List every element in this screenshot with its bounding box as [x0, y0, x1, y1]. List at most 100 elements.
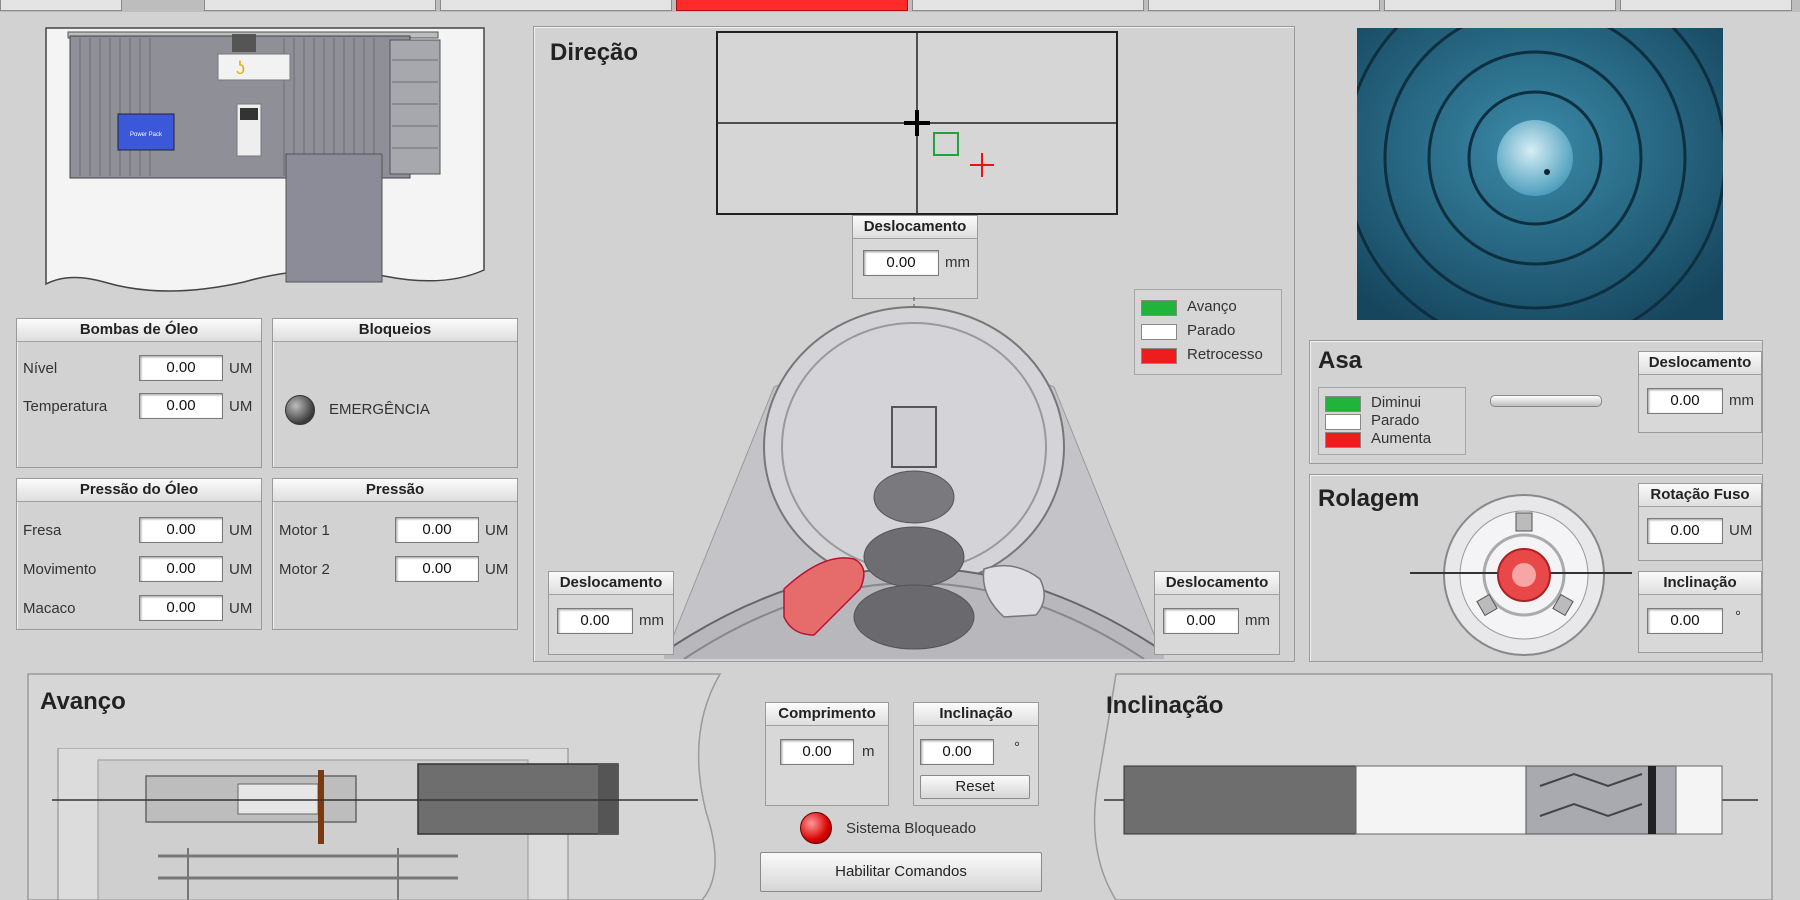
legend-retrocesso-swatch	[1141, 348, 1177, 364]
comprimento-box: Comprimento 0.00 m	[765, 702, 889, 806]
nivel-label: Nível	[23, 360, 58, 377]
bloqueios-title: Bloqueios	[273, 319, 517, 342]
direcao-legend: Avanço Parado Retrocesso	[1134, 289, 1282, 375]
svg-text:ʖ: ʖ	[236, 58, 245, 78]
rotacao-fuso-unit: UM	[1729, 522, 1753, 539]
reset-button[interactable]: Reset	[920, 775, 1030, 799]
rolagem-title: Rolagem	[1318, 485, 1420, 512]
pressao-row-motor1: Motor 1 0.00 UM	[279, 517, 511, 543]
asa-deslocamento-box: Deslocamento 0.00 mm	[1638, 351, 1762, 433]
movimento-field[interactable]: 0.00	[139, 556, 223, 582]
motor1-label: Motor 1	[279, 522, 330, 539]
machine-label: Power Pack	[130, 132, 163, 138]
legend-avanco-label: Avanço	[1187, 298, 1237, 315]
asa-deslocamento-unit: mm	[1729, 392, 1754, 409]
rolagem-inclinacao-unit: °	[1735, 608, 1741, 625]
macaco-field[interactable]: 0.00	[139, 595, 223, 621]
rolagem-inclinacao-field[interactable]: 0.00	[1647, 608, 1723, 634]
comprimento-unit: m	[862, 743, 875, 760]
status-label: Sistema Bloqueado	[846, 820, 977, 837]
asa-deslocamento-field[interactable]: 0.00	[1647, 388, 1723, 414]
rotacao-fuso-field[interactable]: 0.00	[1647, 518, 1723, 544]
center-inclinacao-box: Inclinação 0.00 ° Reset	[913, 702, 1039, 806]
top-deslocamento-box: Deslocamento 0.00 mm	[852, 215, 978, 299]
tab-2[interactable]	[204, 0, 436, 11]
direcao-title: Direção	[550, 39, 639, 66]
asa-legend-aumenta-swatch	[1325, 432, 1361, 448]
comprimento-field[interactable]: 0.00	[780, 739, 854, 765]
habilitar-comandos-button[interactable]: Habilitar Comandos	[760, 852, 1042, 892]
legend-avanco-swatch	[1141, 300, 1177, 316]
avanco-drawing	[52, 748, 698, 900]
asa-title: Asa	[1318, 347, 1363, 374]
direction-target-display	[716, 31, 1118, 215]
rolagem-inclinacao-label: Inclinação	[1639, 572, 1761, 595]
comprimento-label: Comprimento	[766, 703, 888, 726]
legend-parado-swatch	[1141, 324, 1177, 340]
bombas-title: Bombas de Óleo	[17, 319, 261, 342]
sonar-camera-view	[1357, 28, 1723, 320]
fresa-label: Fresa	[23, 522, 62, 539]
bombas-row-nivel: Nível 0.00 UM	[23, 355, 255, 381]
motor2-unit: UM	[485, 561, 509, 578]
asa-panel: Asa Diminui Parado Aumenta Deslocamento …	[1309, 340, 1763, 464]
tab-bar	[0, 0, 1800, 12]
rotacao-fuso-box: Rotação Fuso 0.00 UM	[1638, 483, 1762, 561]
center-inclinacao-field[interactable]: 0.00	[920, 739, 994, 765]
roll-indicator-drawing	[1410, 494, 1632, 656]
motor1-field[interactable]: 0.00	[395, 517, 479, 543]
top-deslocamento-label: Deslocamento	[853, 216, 977, 239]
cutter-head-3d-drawing	[664, 297, 1164, 659]
top-deslocamento-unit: mm	[945, 254, 970, 271]
movimento-label: Movimento	[23, 561, 97, 578]
asa-legend-parado-swatch	[1325, 414, 1361, 430]
tab-7[interactable]	[1384, 0, 1616, 11]
tab-5[interactable]	[912, 0, 1144, 11]
asa-legend-diminui: Diminui	[1371, 394, 1422, 411]
asa-deslocamento-label: Deslocamento	[1639, 352, 1761, 375]
status-led	[800, 812, 832, 844]
right-deslocamento-unit: mm	[1245, 612, 1270, 629]
asa-legend-aumenta: Aumenta	[1371, 430, 1432, 447]
tab-6[interactable]	[1148, 0, 1380, 11]
pressao-oleo-row-macaco: Macaco 0.00 UM	[23, 595, 255, 621]
movimento-unit: UM	[229, 561, 253, 578]
machine-overview-drawing: ʖ Power Pack	[45, 27, 485, 292]
fresa-unit: UM	[229, 522, 253, 539]
tab-1[interactable]	[0, 0, 122, 11]
motor2-label: Motor 2	[279, 561, 330, 578]
pressao-row-motor2: Motor 2 0.00 UM	[279, 556, 511, 582]
avanco-title: Avanço	[40, 688, 126, 715]
bloqueios-panel: Bloqueios EMERGÊNCIA	[272, 318, 518, 468]
tab-window-controls[interactable]	[1620, 0, 1792, 11]
inclinacao-drawing	[1104, 765, 1758, 835]
rolagem-inclinacao-box: Inclinação 0.00 °	[1638, 571, 1762, 653]
legend-parado-label: Parado	[1187, 322, 1236, 339]
motor2-field[interactable]: 0.00	[395, 556, 479, 582]
fresa-field[interactable]: 0.00	[139, 517, 223, 543]
legend-retrocesso-label: Retrocesso	[1187, 346, 1263, 363]
pressao-panel: Pressão Motor 1 0.00 UM Motor 2 0.00 UM	[272, 478, 518, 630]
rolagem-panel: Rolagem Rotação Fuso 0.00 UM Inclinação …	[1309, 474, 1763, 662]
temperatura-field[interactable]: 0.00	[139, 393, 223, 419]
inclinacao-title: Inclinação	[1106, 692, 1224, 719]
macaco-label: Macaco	[23, 600, 76, 617]
temperatura-label: Temperatura	[23, 398, 108, 415]
pressao-oleo-panel: Pressão do Óleo Fresa 0.00 UM Movimento …	[16, 478, 262, 630]
bombas-panel: Bombas de Óleo Nível 0.00 UM Temperatura…	[16, 318, 262, 468]
center-inclinacao-unit: °	[1014, 739, 1020, 756]
top-deslocamento-field[interactable]: 0.00	[863, 250, 939, 276]
motor1-unit: UM	[485, 522, 509, 539]
nivel-field[interactable]: 0.00	[139, 355, 223, 381]
tab-active[interactable]	[676, 0, 908, 11]
tab-3[interactable]	[440, 0, 672, 11]
emergencia-led	[285, 395, 315, 425]
right-deslocamento-field[interactable]: 0.00	[1163, 608, 1239, 634]
pressao-title: Pressão	[273, 479, 517, 502]
left-deslocamento-field[interactable]: 0.00	[557, 608, 633, 634]
nivel-unit: UM	[229, 360, 253, 377]
direcao-panel: Direção Deslocamento 0.00 mm Deslocament…	[533, 26, 1295, 662]
asa-legend-diminui-swatch	[1325, 396, 1361, 412]
left-deslocamento-box: Deslocamento 0.00 mm	[548, 571, 674, 655]
right-deslocamento-box: Deslocamento 0.00 mm	[1154, 571, 1280, 655]
